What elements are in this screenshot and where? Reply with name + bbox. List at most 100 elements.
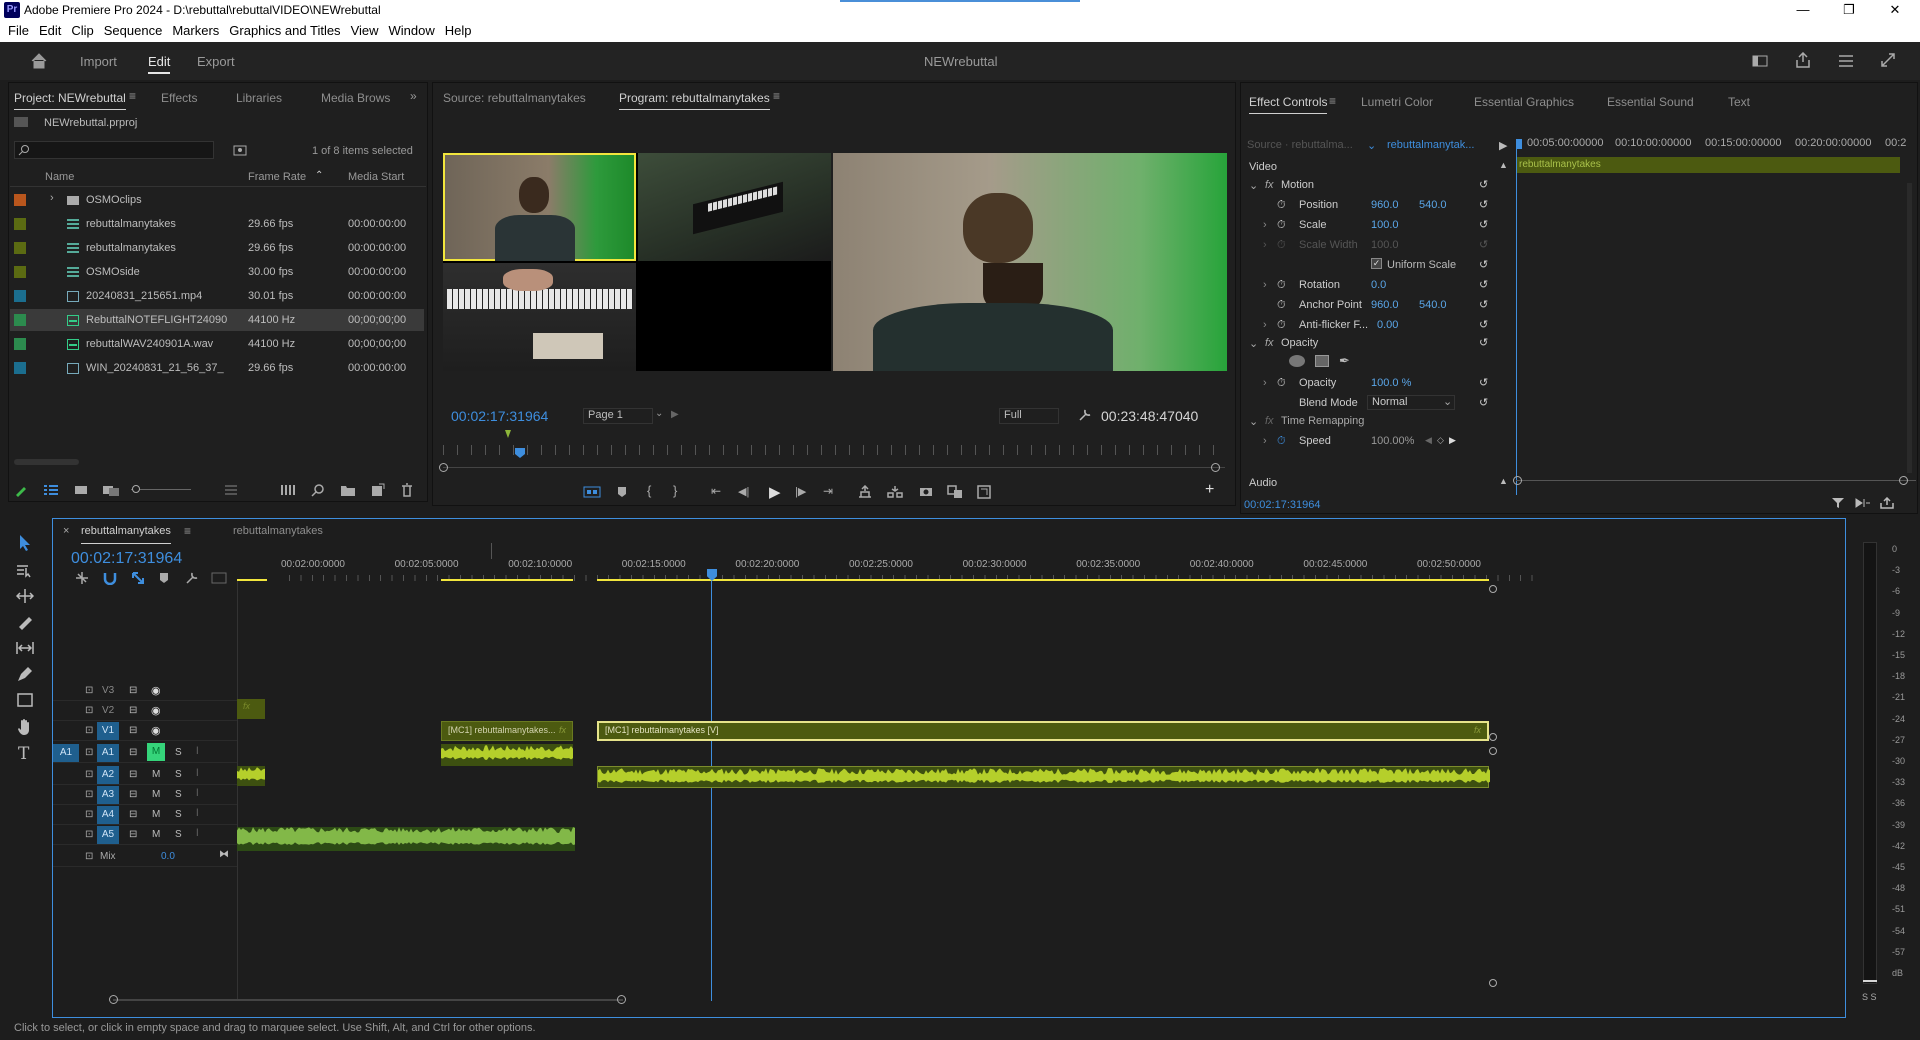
monitor-menu-icon[interactable]: ≡ bbox=[773, 89, 780, 103]
zoom-slider[interactable] bbox=[131, 489, 191, 490]
chevron-down-icon[interactable]: ⌄ bbox=[1249, 337, 1258, 350]
chevron-right-icon[interactable]: › bbox=[1263, 319, 1267, 331]
voiceover-mic-icon[interactable]: ǀ bbox=[196, 808, 199, 819]
chevron-right-icon[interactable]: › bbox=[1263, 435, 1267, 447]
pencil-icon[interactable] bbox=[14, 483, 28, 497]
monitor-mini-ruler[interactable] bbox=[443, 445, 1225, 455]
track-header-a2[interactable]: ⊡ A2 ⊟ M S ǀ bbox=[53, 765, 237, 785]
tab-source-monitor[interactable]: Source: rebuttalmanytakes bbox=[443, 91, 586, 105]
play-audio-icon[interactable]: ▶ bbox=[1499, 139, 1507, 152]
new-item-icon[interactable] bbox=[371, 483, 385, 497]
stopwatch-icon[interactable]: ⏱ bbox=[1277, 435, 1286, 448]
chevron-right-icon[interactable]: › bbox=[1263, 377, 1267, 389]
mark-in-icon[interactable]: { bbox=[647, 483, 651, 498]
menu-edit[interactable]: Edit bbox=[39, 20, 69, 42]
project-item-row[interactable]: 20240831_215651.mp4 30.01 fps 00:00:00:00 bbox=[10, 285, 424, 307]
tab-essential-graphics[interactable]: Essential Graphics bbox=[1474, 95, 1574, 109]
tab-media-browser[interactable]: Media Brows bbox=[321, 91, 390, 105]
export-frame-icon[interactable] bbox=[919, 485, 933, 497]
camera-angle-1[interactable] bbox=[443, 153, 636, 261]
multicam-toggle-icon[interactable] bbox=[583, 486, 601, 498]
marker-icon[interactable] bbox=[505, 430, 511, 438]
multicam-preview-grid[interactable] bbox=[443, 153, 831, 371]
v2-clip[interactable]: fx bbox=[237, 699, 265, 719]
pen-tool-icon[interactable] bbox=[16, 666, 34, 682]
speed-value[interactable]: 100.00% bbox=[1371, 435, 1414, 447]
expand-chevron-icon[interactable]: › bbox=[50, 192, 54, 204]
tab-program-monitor[interactable]: Program: rebuttalmanytakes bbox=[619, 91, 770, 110]
share-icon[interactable] bbox=[1795, 52, 1811, 68]
stopwatch-icon[interactable]: ⏱ bbox=[1277, 377, 1286, 390]
mix-expand-icon[interactable]: ⧓ bbox=[219, 849, 229, 860]
panel-menu-icon[interactable]: ≡ bbox=[129, 89, 136, 103]
label-color-swatch[interactable] bbox=[14, 194, 26, 206]
track-name[interactable]: Mix bbox=[100, 851, 116, 862]
type-tool-icon[interactable]: T bbox=[18, 744, 29, 764]
lock-icon[interactable]: ⊡ bbox=[85, 725, 93, 736]
menu-markers[interactable]: Markers bbox=[172, 20, 227, 42]
trash-icon[interactable] bbox=[401, 483, 413, 497]
timeline-horizontal-scrollbar[interactable] bbox=[113, 999, 623, 1001]
sync-lock-icon[interactable]: ⊟ bbox=[129, 809, 137, 820]
rectangle-mask-icon[interactable] bbox=[1315, 355, 1329, 367]
new-search-bin-icon[interactable] bbox=[233, 144, 247, 156]
project-item-row[interactable]: WIN_20240831_21_56_37_ 29.66 fps 00:00:00:… bbox=[10, 357, 424, 379]
anti-flicker-value[interactable]: 0.00 bbox=[1377, 319, 1398, 331]
more-tabs-icon[interactable]: » bbox=[410, 89, 417, 103]
menu-view[interactable]: View bbox=[351, 20, 387, 42]
sync-lock-icon[interactable]: ⊟ bbox=[129, 705, 137, 716]
anchor-y-value[interactable]: 540.0 bbox=[1419, 299, 1447, 311]
timeline-timecode[interactable]: 00:02:17:31964 bbox=[71, 550, 182, 568]
step-back-icon[interactable]: ◀| bbox=[738, 485, 749, 498]
wrench-icon[interactable] bbox=[1078, 408, 1092, 422]
solo-button[interactable]: S bbox=[175, 769, 182, 780]
a2-clip[interactable] bbox=[597, 766, 1490, 788]
tab-export[interactable]: Export bbox=[197, 54, 235, 69]
next-keyframe-icon[interactable]: ▶ bbox=[1449, 435, 1456, 446]
minimize-button[interactable]: — bbox=[1780, 0, 1826, 20]
label-color-swatch[interactable] bbox=[14, 218, 26, 230]
track-name[interactable]: V1 bbox=[97, 722, 119, 740]
ec-menu-icon[interactable]: ≡ bbox=[1329, 94, 1336, 108]
reset-icon[interactable]: ↺ bbox=[1479, 198, 1488, 211]
label-color-swatch[interactable] bbox=[14, 362, 26, 374]
track-header-a4[interactable]: ⊡ A4 ⊟ M S ǀ bbox=[53, 805, 237, 825]
track-name[interactable]: A5 bbox=[97, 826, 119, 844]
menu-clip[interactable]: Clip bbox=[71, 20, 101, 42]
lock-icon[interactable]: ⊡ bbox=[85, 747, 93, 758]
linked-selection-icon[interactable] bbox=[131, 571, 145, 585]
chevron-right-icon[interactable]: › bbox=[1263, 279, 1267, 291]
reset-icon[interactable]: ↺ bbox=[1479, 258, 1488, 271]
column-frame-rate[interactable]: Frame Rate bbox=[248, 171, 306, 183]
lock-icon[interactable]: ⊡ bbox=[85, 851, 93, 862]
menu-graphics[interactable]: Graphics and Titles bbox=[229, 20, 348, 42]
reset-icon[interactable]: ↺ bbox=[1479, 278, 1488, 291]
collapse-icon[interactable]: ▲ bbox=[1499, 160, 1508, 170]
comparison-view-icon[interactable] bbox=[947, 485, 963, 499]
vertical-zoom-handle[interactable] bbox=[1489, 979, 1497, 987]
extract-icon[interactable] bbox=[887, 485, 903, 499]
tab-lumetri-color[interactable]: Lumetri Color bbox=[1361, 95, 1433, 109]
lock-icon[interactable]: ⊡ bbox=[85, 685, 93, 696]
razor-tool-icon[interactable] bbox=[16, 614, 34, 630]
project-item-row[interactable]: RebuttalNOTEFLIGHT24090 44100 Hz 00;00;00;… bbox=[10, 309, 424, 331]
tab-essential-sound[interactable]: Essential Sound bbox=[1607, 95, 1694, 109]
tab-effects[interactable]: Effects bbox=[161, 91, 197, 105]
program-timecode[interactable]: 00:02:17:31964 bbox=[451, 408, 548, 424]
label-color-swatch[interactable] bbox=[14, 242, 26, 254]
new-bin-icon[interactable] bbox=[341, 484, 355, 496]
voiceover-mic-icon[interactable]: ǀ bbox=[196, 788, 199, 799]
go-to-out-icon[interactable]: ⇥ bbox=[823, 484, 833, 498]
eye-icon[interactable]: ◉ bbox=[151, 704, 161, 717]
voiceover-mic-icon[interactable]: ǀ bbox=[196, 828, 199, 839]
sequence-menu-icon[interactable]: ≡ bbox=[184, 524, 191, 538]
step-forward-icon[interactable]: |▶ bbox=[795, 485, 806, 498]
fx-icon[interactable]: fx bbox=[1265, 337, 1274, 349]
solo-button[interactable]: S bbox=[175, 809, 182, 820]
scale-value[interactable]: 100.0 bbox=[1371, 219, 1399, 231]
stopwatch-icon[interactable]: ⏱ bbox=[1277, 219, 1286, 232]
track-name[interactable]: V2 bbox=[102, 705, 114, 716]
camera-angle-3[interactable] bbox=[443, 263, 636, 371]
vertical-zoom-handle[interactable] bbox=[1489, 747, 1497, 755]
sort-icon[interactable] bbox=[225, 484, 239, 496]
